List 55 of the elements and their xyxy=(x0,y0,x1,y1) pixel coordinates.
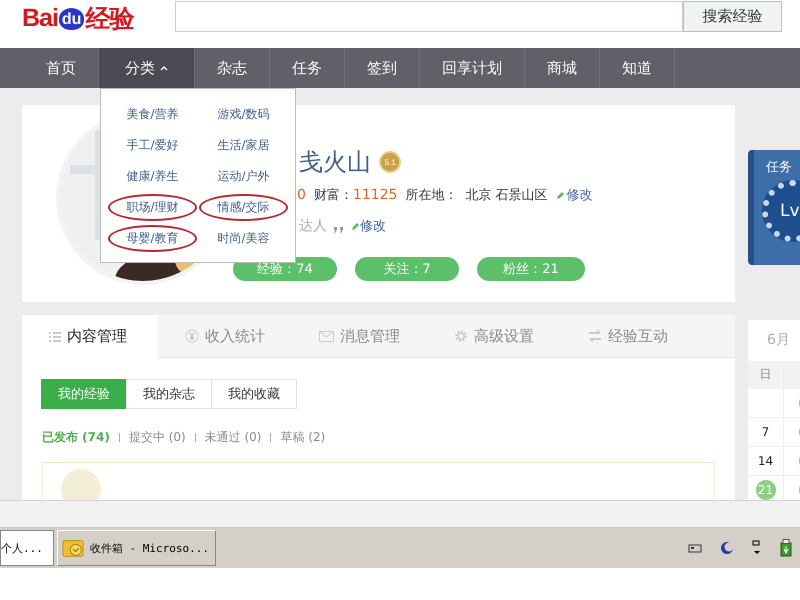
yen-icon xyxy=(185,329,199,344)
title-text: 达人 xyxy=(299,217,327,235)
taskbar-button[interactable]: 个人... xyxy=(0,530,54,566)
stat-value: 11125 xyxy=(352,187,398,203)
thumbnail-icon xyxy=(61,469,101,500)
month-label: 6月 xyxy=(767,331,790,349)
taskbar-button[interactable]: 收件箱 - Microso... xyxy=(57,530,216,566)
envelope-clock-icon xyxy=(62,537,86,559)
panel-title: 任务 xyxy=(766,160,792,175)
category-link[interactable]: 情感/交际 xyxy=(199,194,288,221)
pencil-icon xyxy=(351,222,360,230)
search-button[interactable]: 搜索经验 xyxy=(683,1,782,32)
subtab[interactable]: 我的杂志 xyxy=(126,379,212,410)
mail-icon xyxy=(319,330,334,342)
category-link[interactable]: 职场/理财 xyxy=(108,194,197,221)
filter-link[interactable]: 提交中 (0) xyxy=(128,429,186,446)
moon-icon xyxy=(720,541,734,555)
tab[interactable]: 收入统计 xyxy=(158,315,292,358)
pencil-icon xyxy=(556,190,565,200)
quote-icon xyxy=(333,225,345,233)
tab[interactable]: 消息管理 xyxy=(292,315,427,358)
category-link[interactable]: 游戏/数码 xyxy=(199,101,288,128)
edit-link[interactable]: 修改 xyxy=(360,217,386,235)
category-link[interactable]: 时尚/美容 xyxy=(199,225,288,252)
stat-value: 0 xyxy=(297,187,306,203)
stat-label: 所在地： xyxy=(405,187,458,204)
filter-link[interactable]: 未通过 (0) xyxy=(204,429,262,446)
category-link[interactable]: 美食/营养 xyxy=(108,101,197,128)
location-text: 北京 石景山区 xyxy=(465,187,548,204)
filter-link[interactable]: 草稿 (2) xyxy=(280,429,326,446)
edit-link[interactable]: 修改 xyxy=(566,186,593,204)
swap-icon xyxy=(588,330,602,342)
category-link[interactable]: 母婴/教育 xyxy=(108,225,197,252)
category-link[interactable]: 手工/爱好 xyxy=(108,132,197,159)
medal-badge: 5.1 xyxy=(379,151,401,173)
category-link[interactable]: 健康/养生 xyxy=(108,163,197,190)
windows-icon xyxy=(752,540,762,556)
tab[interactable]: 经验互动 xyxy=(561,315,695,358)
logo-text: Bai xyxy=(22,4,58,33)
stat-label: 财富： xyxy=(314,187,353,204)
level-text: Lv xyxy=(780,201,800,221)
category-link[interactable]: 运动/户外 xyxy=(199,163,288,190)
subtab[interactable]: 我的收藏 xyxy=(211,379,297,410)
usb-icon xyxy=(780,539,792,557)
nav-item[interactable]: 分类 xyxy=(99,48,195,88)
user-name: 戋火山 xyxy=(299,147,371,178)
weekday-label: 日 xyxy=(748,360,784,388)
search-field[interactable] xyxy=(175,1,683,32)
logo-text: 经验 xyxy=(85,4,134,35)
tab[interactable]: 高级设置 xyxy=(427,315,561,358)
settings-icon xyxy=(454,329,468,344)
paw-logo: du xyxy=(58,8,84,30)
category-link[interactable]: 生活/家居 xyxy=(199,132,288,159)
tab[interactable]: 内容管理 xyxy=(22,315,158,358)
list-icon xyxy=(49,332,61,342)
